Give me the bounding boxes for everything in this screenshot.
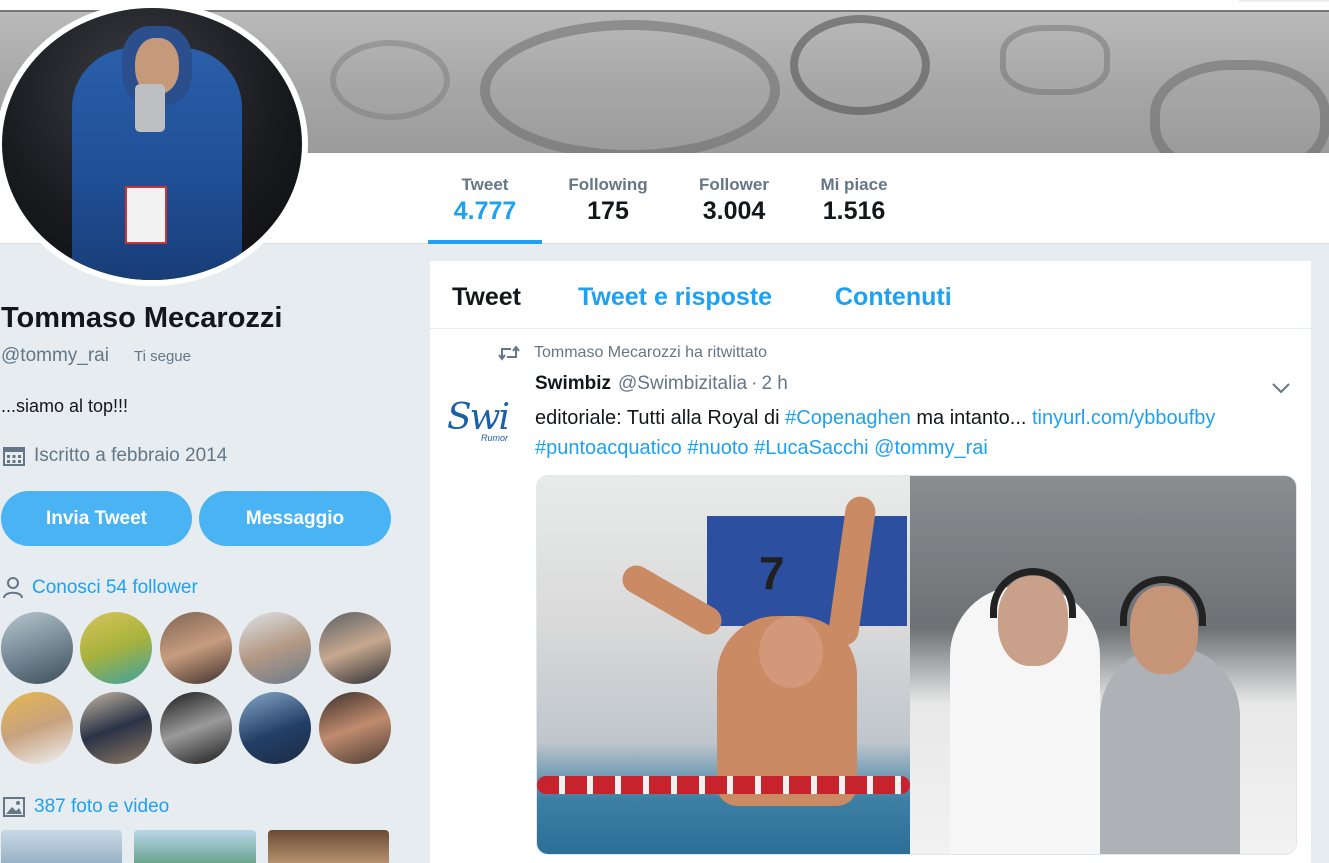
- url-link[interactable]: tinyurl.com/ybboufby: [1032, 407, 1215, 429]
- photo-scoreboard: [707, 516, 907, 626]
- photos-videos-link[interactable]: 387 foto e video: [3, 796, 169, 818]
- retweet-notice-text[interactable]: Tommaso Mecarozzi ha ritwittato: [534, 344, 767, 362]
- banner-sketch-shape: [790, 15, 930, 115]
- photo-commentators: [910, 476, 1296, 854]
- photo-lane-rope: [537, 776, 910, 794]
- tweet-author-handle[interactable]: @Swimbizitalia: [618, 373, 747, 395]
- avatar-photo: [2, 8, 302, 280]
- tweet-text-part: editoriale: Tutti alla Royal di: [535, 407, 786, 429]
- stat-value: 1.516: [822, 197, 886, 225]
- tweet-header: Swimbiz @Swimbizitalia · 2 h: [535, 373, 788, 395]
- follower-avatar[interactable]: [160, 612, 232, 684]
- stat-label: Following: [568, 175, 648, 194]
- photo-headphones: [1120, 576, 1206, 626]
- timeline-tabs: Tweet Tweet e risposte Contenuti: [430, 261, 1311, 329]
- stat-label: Mi piace: [820, 175, 888, 194]
- hashtag-links[interactable]: #puntoacquatico #nuoto #LucaSacchi @tomm…: [535, 437, 988, 459]
- follower-avatar[interactable]: [1, 612, 73, 684]
- stat-following[interactable]: Following 175: [556, 153, 660, 244]
- follower-avatar[interactable]: [80, 692, 152, 764]
- photo-head: [759, 616, 823, 688]
- tweet-text: editoriale: Tutti alla Royal di #Copenag…: [535, 403, 1275, 463]
- follower-avatar[interactable]: [239, 692, 311, 764]
- banner-sketch-shape: [480, 20, 780, 153]
- tweet-to-button[interactable]: Invia Tweet: [1, 491, 192, 546]
- profile-avatar[interactable]: [0, 2, 308, 286]
- media-thumbnail[interactable]: [268, 830, 389, 863]
- tweet-text-part: ma intanto...: [910, 407, 1032, 429]
- follower-avatar[interactable]: [80, 612, 152, 684]
- person-icon: [3, 577, 23, 599]
- joined-date: Iscritto a febbraio 2014: [3, 445, 227, 467]
- tab-tweets[interactable]: Tweet: [452, 283, 521, 312]
- hashtag-link[interactable]: #Copenaghen: [785, 407, 911, 429]
- profile-name[interactable]: Tommaso Mecarozzi: [1, 302, 282, 335]
- profile-bio: ...siamo al top!!!: [1, 396, 129, 416]
- timeline: Tweet Tweet e risposte Contenuti Tommaso…: [430, 261, 1311, 863]
- followers-you-know-link[interactable]: Conosci 54 follower: [3, 577, 198, 599]
- retweet-icon: [498, 345, 520, 361]
- follower-avatar[interactable]: [239, 612, 311, 684]
- banner-sketch-shape: [1150, 60, 1329, 153]
- avatar-badge: [125, 186, 167, 244]
- chevron-down-icon[interactable]: [1270, 377, 1292, 399]
- stat-label: Follower: [699, 175, 769, 194]
- tab-tweets-replies[interactable]: Tweet e risposte: [578, 283, 772, 312]
- follower-avatar[interactable]: [1, 692, 73, 764]
- image-icon: [3, 797, 25, 817]
- stat-label: Tweet: [461, 175, 509, 194]
- tweet-author-name[interactable]: Swimbiz: [535, 373, 611, 395]
- photo-headphones: [990, 568, 1076, 618]
- tweet-separator: ·: [751, 373, 758, 394]
- calendar-icon: [3, 447, 25, 466]
- banner-sketch-shape: [1000, 25, 1110, 95]
- profile-handle[interactable]: @tommy_rai: [1, 345, 109, 367]
- joined-text: Iscritto a febbraio 2014: [34, 445, 228, 466]
- stat-value: 4.777: [453, 197, 517, 225]
- tab-media[interactable]: Contenuti: [835, 283, 952, 312]
- avatar-logo-text: Swi: [447, 397, 510, 438]
- photos-videos-text: 387 foto e video: [34, 796, 170, 817]
- follower-avatar[interactable]: [319, 692, 391, 764]
- avatar-logo-subtext: Rumor: [481, 433, 509, 443]
- tweet-timestamp[interactable]: 2 h: [761, 373, 787, 395]
- retweet-notice: Tommaso Mecarozzi ha ritwittato: [498, 344, 767, 362]
- tweet-photo[interactable]: 7: [536, 475, 1297, 855]
- message-button[interactable]: Messaggio: [199, 491, 391, 546]
- avatar-phone: [135, 84, 165, 132]
- followers-you-know-text: Conosci 54 follower: [32, 577, 198, 598]
- stat-followers[interactable]: Follower 3.004: [686, 153, 782, 244]
- follower-avatar[interactable]: [160, 692, 232, 764]
- media-thumbnail[interactable]: [134, 830, 256, 863]
- banner-corner: [1239, 0, 1329, 2]
- stat-likes[interactable]: Mi piace 1.516: [808, 153, 900, 244]
- banner-sketch-shape: [330, 40, 450, 120]
- photo-swimmer: 7: [537, 476, 910, 854]
- photo-lane-number: 7: [759, 547, 785, 599]
- follower-avatar[interactable]: [319, 612, 391, 684]
- stat-value: 3.004: [702, 197, 766, 225]
- tweet-author-avatar[interactable]: Swi Rumor: [447, 383, 519, 455]
- photo-person: [1100, 646, 1240, 854]
- stat-tweets[interactable]: Tweet 4.777: [428, 153, 542, 244]
- media-thumbnail[interactable]: [1, 830, 122, 863]
- stat-value: 175: [587, 197, 629, 225]
- follows-you-badge: Ti segue: [134, 348, 191, 365]
